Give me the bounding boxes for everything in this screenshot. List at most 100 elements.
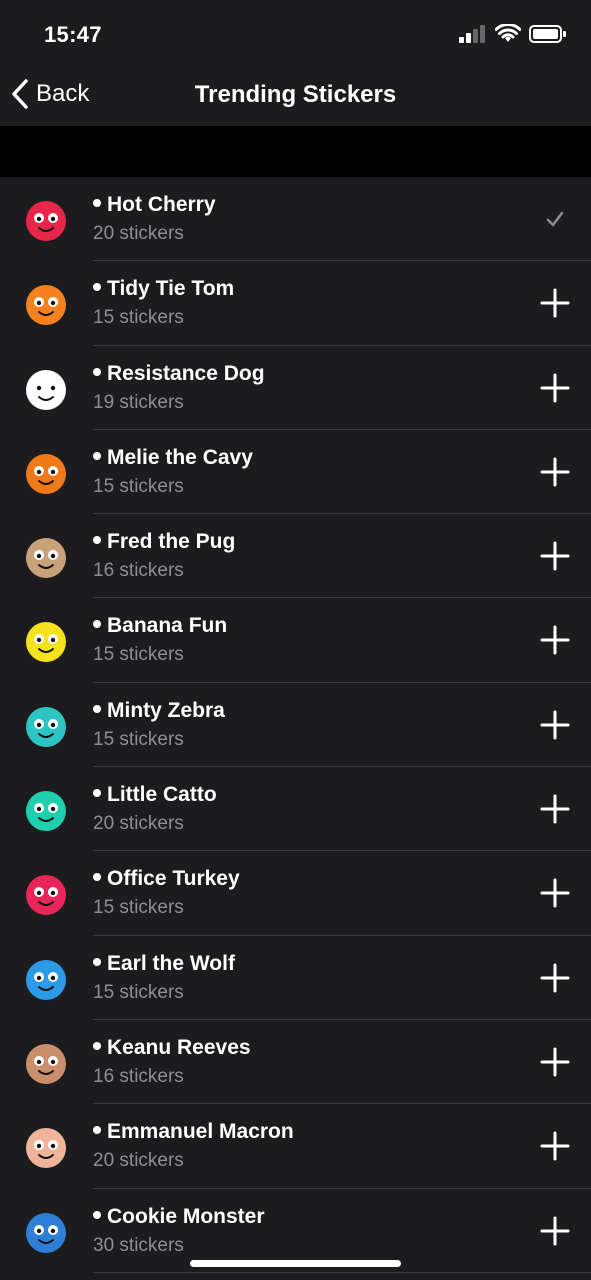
dog-sticker-icon [20, 363, 72, 415]
page-title: Trending Stickers [194, 81, 397, 108]
pack-sticker-count: 15 stickers [93, 728, 184, 750]
add-pack-plus-icon[interactable] [539, 456, 571, 488]
sticker-pack-row[interactable]: Office Turkey 15 stickers [0, 851, 591, 936]
pack-name: Office Turkey [107, 867, 240, 891]
pack-name: Minty Zebra [107, 698, 225, 722]
pack-title: Office Turkey [93, 867, 240, 891]
pack-sticker-count: 19 stickers [93, 391, 184, 413]
sticker-pack-row[interactable]: Keanu Reeves 16 stickers [0, 1020, 591, 1105]
pack-name: Cookie Monster [107, 1204, 265, 1228]
new-indicator-dot [93, 199, 101, 207]
new-indicator-dot [93, 789, 101, 798]
pack-title: Earl the Wolf [93, 952, 235, 976]
guinea-pig-sticker-icon [20, 447, 72, 499]
add-pack-plus-icon[interactable] [539, 624, 571, 656]
pack-title: Little Catto [93, 783, 217, 807]
pack-name: Melie the Cavy [107, 445, 253, 469]
pack-sticker-count: 15 stickers [93, 981, 184, 1003]
turkey-sticker-icon [20, 868, 72, 920]
pack-title: Tidy Tie Tom [93, 277, 234, 301]
new-indicator-dot [93, 957, 101, 966]
pack-name: Banana Fun [107, 614, 228, 638]
new-indicator-dot [93, 873, 101, 882]
pack-sticker-count: 15 stickers [93, 897, 184, 919]
new-indicator-dot [93, 283, 101, 292]
pack-title: Fred the Pug [93, 530, 235, 554]
signal-icon [459, 25, 485, 43]
added-checkmark-icon [539, 203, 571, 235]
pack-title: Melie the Cavy [93, 446, 253, 470]
add-pack-plus-icon[interactable] [539, 793, 571, 825]
sticker-pack-row[interactable]: Melie the Cavy 15 stickers [0, 430, 591, 515]
new-indicator-dot [93, 451, 101, 460]
new-indicator-dot [93, 704, 101, 713]
add-pack-plus-icon[interactable] [539, 709, 571, 741]
pack-name: Fred the Pug [107, 530, 236, 554]
add-pack-plus-icon[interactable] [539, 962, 571, 994]
pack-sticker-count: 15 stickers [93, 307, 184, 329]
pack-name: Keanu Reeves [107, 1035, 251, 1059]
pack-name: Resistance Dog [107, 361, 265, 385]
pack-title: Resistance Dog [93, 362, 265, 386]
sticker-pack-row[interactable]: Tidy Tie Tom 15 stickers [0, 261, 591, 346]
sticker-pack-row[interactable]: Earl the Wolf 15 stickers [0, 936, 591, 1020]
pack-name: Little Catto [107, 783, 217, 807]
add-pack-plus-icon[interactable] [539, 372, 571, 404]
add-pack-plus-icon[interactable] [539, 1215, 571, 1247]
battery-icon [529, 25, 566, 43]
add-pack-plus-icon[interactable] [539, 1046, 571, 1078]
teal-cat-sticker-icon [20, 784, 72, 836]
banana-sticker-icon [20, 615, 72, 667]
new-indicator-dot [93, 620, 101, 629]
sticker-pack-row[interactable]: Resistance Dog 19 stickers [0, 346, 591, 430]
pack-title: Cookie Monster [93, 1205, 265, 1229]
sticker-pack-row[interactable]: Minty Zebra 15 stickers [0, 683, 591, 768]
new-indicator-dot [93, 1041, 101, 1050]
pack-title: Hot Cherry [93, 193, 216, 217]
pack-name: Tidy Tie Tom [107, 277, 235, 301]
home-indicator [190, 1260, 401, 1267]
keanu-sticker-icon [20, 1037, 72, 1089]
pack-name: Emmanuel Macron [107, 1120, 294, 1144]
header-spacer [0, 126, 591, 177]
macron-sticker-icon [20, 1121, 72, 1173]
pack-sticker-count: 15 stickers [93, 644, 184, 666]
pack-title: Emmanuel Macron [93, 1120, 294, 1144]
pack-title: Minty Zebra [93, 699, 225, 723]
sticker-pack-row[interactable]: Fred the Pug 16 stickers [0, 514, 591, 599]
pack-sticker-count: 16 stickers [93, 1065, 184, 1087]
pack-sticker-count: 30 stickers [93, 1234, 184, 1256]
cherry-sticker-icon [20, 194, 72, 246]
wifi-icon [495, 24, 521, 42]
new-indicator-dot [93, 1210, 101, 1219]
add-pack-plus-icon[interactable] [539, 287, 571, 319]
pack-title: Keanu Reeves [93, 1036, 251, 1060]
pack-sticker-count: 16 stickers [93, 560, 184, 582]
new-indicator-dot [93, 536, 101, 545]
pack-name: Earl the Wolf [107, 951, 235, 975]
new-indicator-dot [93, 1126, 101, 1135]
sticker-pack-row[interactable]: Emmanuel Macron 20 stickers [0, 1104, 591, 1189]
sticker-pack-list: Hot Cherry 20 stickers Tidy Tie Tom 15 stic… [0, 177, 591, 1273]
pack-sticker-count: 20 stickers [93, 1150, 184, 1172]
sticker-pack-row[interactable]: Banana Fun 15 stickers [0, 598, 591, 683]
row-divider [93, 1271, 591, 1273]
add-pack-plus-icon[interactable] [539, 877, 571, 909]
new-indicator-dot [93, 367, 101, 376]
status-icons [459, 24, 567, 44]
pug-sticker-icon [20, 531, 72, 583]
navigation-bar: Back Trending Stickers [0, 60, 591, 126]
cookie-monster-sticker-icon [20, 1206, 72, 1258]
pack-name: Hot Cherry [107, 193, 216, 216]
pack-title: Banana Fun [93, 614, 227, 638]
add-pack-plus-icon[interactable] [539, 540, 571, 572]
pack-sticker-count: 15 stickers [93, 475, 184, 497]
cat-sticker-icon [20, 278, 72, 330]
sticker-pack-row[interactable]: Hot Cherry 20 stickers [0, 177, 591, 262]
sticker-pack-row[interactable]: Little Catto 20 stickers [0, 767, 591, 852]
wolf-sticker-icon [20, 953, 72, 1005]
status-time: 15:47 [44, 22, 102, 47]
add-pack-plus-icon[interactable] [539, 1130, 571, 1162]
pack-sticker-count: 20 stickers [93, 813, 184, 835]
pack-sticker-count: 20 stickers [93, 223, 184, 244]
